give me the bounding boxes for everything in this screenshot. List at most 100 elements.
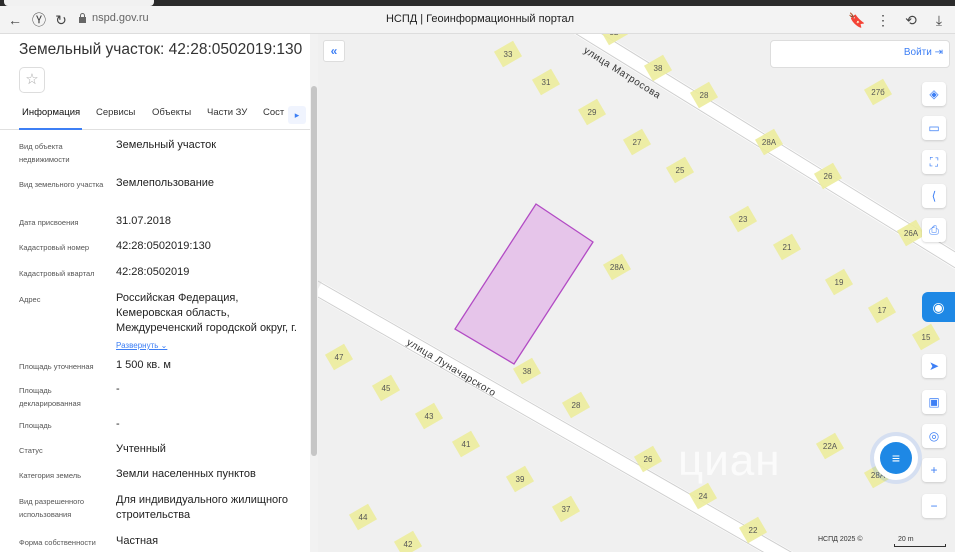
row-value: Земельный участок (116, 139, 217, 151)
tab-objects[interactable]: Объекты (152, 107, 191, 118)
more-icon[interactable]: ⋮ (874, 11, 892, 29)
star-icon[interactable]: ☆ (19, 67, 45, 93)
layers-icon[interactable]: ◈ (922, 82, 946, 106)
house-number: 45 (382, 384, 391, 393)
reload-icon[interactable]: ↻ (52, 11, 70, 29)
row-value: Российская Федерация, Кемеровская област… (116, 291, 306, 353)
expand-link-label: Развернуть (116, 341, 159, 350)
watermark: циан (678, 436, 781, 485)
location-icon[interactable]: ◎ (922, 424, 946, 448)
house-number: 27 (633, 138, 642, 147)
address-value: Российская Федерация, Кемеровская област… (116, 292, 297, 334)
house-number: 19 (835, 278, 844, 287)
tab-info[interactable]: Информация (22, 107, 80, 118)
house-number: 23 (739, 215, 748, 224)
share-icon[interactable]: ⟨ (922, 184, 946, 208)
tab-parts[interactable]: Части ЗУ (207, 107, 247, 118)
collapse-panel-button[interactable]: « (323, 40, 345, 62)
tabs-next-icon[interactable]: ▸ (288, 106, 306, 124)
lock-icon (79, 13, 86, 23)
scale-bar (894, 544, 946, 547)
house-number: 28А (610, 263, 625, 272)
house-number: 26 (644, 455, 653, 464)
login-box: Войти ⇥ (770, 40, 950, 68)
row-label: Вид объекта недвижимости (19, 142, 70, 164)
house-number: 17 (878, 306, 887, 315)
row-value: 42:28:0502019 (116, 266, 190, 278)
house-number: 28 (572, 401, 581, 410)
object-info-panel: Земельный участок: 42:28:0502019:130 ☆ И… (0, 34, 318, 552)
row-label: Площадь декларированная (19, 386, 81, 408)
login-label: Войти (903, 47, 932, 58)
row-label: Вид земельного участка (19, 180, 104, 189)
map-view[interactable]: улица Матросова улица Луначарского 33323… (318, 34, 955, 552)
house-number: 29 (588, 108, 597, 117)
active-tab-indicator (19, 128, 82, 130)
assistant-tab-icon[interactable]: ◉ (922, 292, 955, 322)
row-label: Дата присвоения (19, 218, 79, 227)
row-value: Землепользование (116, 177, 215, 189)
house-number: 44 (359, 513, 368, 522)
browser-toolbar: ← Ⓨ ↻ nspd.gov.ru НСПД | Геоинформационн… (0, 6, 955, 34)
house-number: 47 (335, 353, 344, 362)
row-label: Кадастровый квартал (19, 269, 95, 278)
object-title: Земельный участок: 42:28:0502019:130 (19, 41, 303, 58)
info-tabs: Информация Сервисы Объекты Части ЗУ Сост… (0, 106, 318, 130)
house-number: 39 (516, 475, 525, 484)
house-number: 41 (462, 440, 471, 449)
address-bar[interactable]: nspd.gov.ru (92, 12, 149, 24)
row-value: Частная (116, 535, 159, 547)
row-value: - (116, 418, 120, 430)
row-value: 42:28:0502019:130 (116, 240, 211, 252)
zoom-out-icon[interactable]: − (922, 494, 946, 518)
back-icon[interactable]: ← (6, 11, 24, 29)
row-label: Статус (19, 446, 43, 455)
tab-composition[interactable]: Сост (263, 107, 287, 118)
house-number: 24 (699, 492, 708, 501)
chat-button[interactable]: ≡ (874, 436, 918, 480)
ruler-icon[interactable]: ▭ (922, 116, 946, 140)
house-number: 33 (504, 50, 513, 59)
house-number: 32 (610, 34, 619, 37)
login-button[interactable]: Войти ⇥ (904, 47, 943, 58)
house-number: 22 (749, 526, 758, 535)
house-number: 22А (823, 442, 838, 451)
row-label: Адрес (19, 295, 41, 304)
row-label: Форма собственности (19, 538, 96, 547)
download-icon[interactable]: ⤓ (930, 11, 948, 29)
row-value: Для индивидуального жилищного строительс… (116, 494, 289, 521)
row-value: 31.07.2018 (116, 215, 172, 227)
house-number: 26 (824, 172, 833, 181)
house-number: 15 (922, 333, 931, 342)
tab-services[interactable]: Сервисы (96, 107, 135, 118)
navigation-icon[interactable]: ➤ (922, 354, 946, 378)
print-icon[interactable]: ⎙ (922, 218, 946, 242)
house-number: 31 (542, 78, 551, 87)
row-label: Площадь уточненная (19, 362, 94, 371)
row-value: Земли населенных пунктов (116, 468, 256, 480)
house-number: 43 (425, 412, 434, 421)
row-label: Вид разрешенного использования (19, 497, 85, 519)
browser-page-title: НСПД | Геоинформационный портал (385, 13, 575, 25)
fullscreen-icon[interactable]: ▣ (922, 390, 946, 414)
bookmark-icon[interactable]: 🔖 (848, 11, 866, 29)
row-value: Учтенный (116, 443, 166, 455)
copyright: НСПД 2025 © (818, 536, 863, 543)
yandex-icon[interactable]: Ⓨ (30, 11, 48, 29)
panel-scroll-thumb[interactable] (311, 86, 317, 456)
row-value: - (116, 383, 120, 395)
house-number: 37 (562, 505, 571, 514)
extension-icon[interactable]: ⟲ (902, 11, 920, 29)
area-icon[interactable]: ⛶ (922, 150, 946, 174)
zoom-in-icon[interactable]: + (922, 458, 946, 482)
map-canvas[interactable]: улица Матросова улица Луначарского 33323… (318, 34, 955, 552)
expand-link[interactable]: Развернуть ⌄ (116, 338, 306, 353)
scale-label: 20 m (898, 536, 914, 543)
row-label: Категория земель (19, 471, 82, 480)
house-number: 28А (762, 138, 777, 147)
house-number: 42 (404, 540, 413, 549)
house-number: 28 (700, 91, 709, 100)
house-number: 38 (523, 367, 532, 376)
house-number: 21 (783, 243, 792, 252)
selected-parcel[interactable] (454, 203, 594, 365)
